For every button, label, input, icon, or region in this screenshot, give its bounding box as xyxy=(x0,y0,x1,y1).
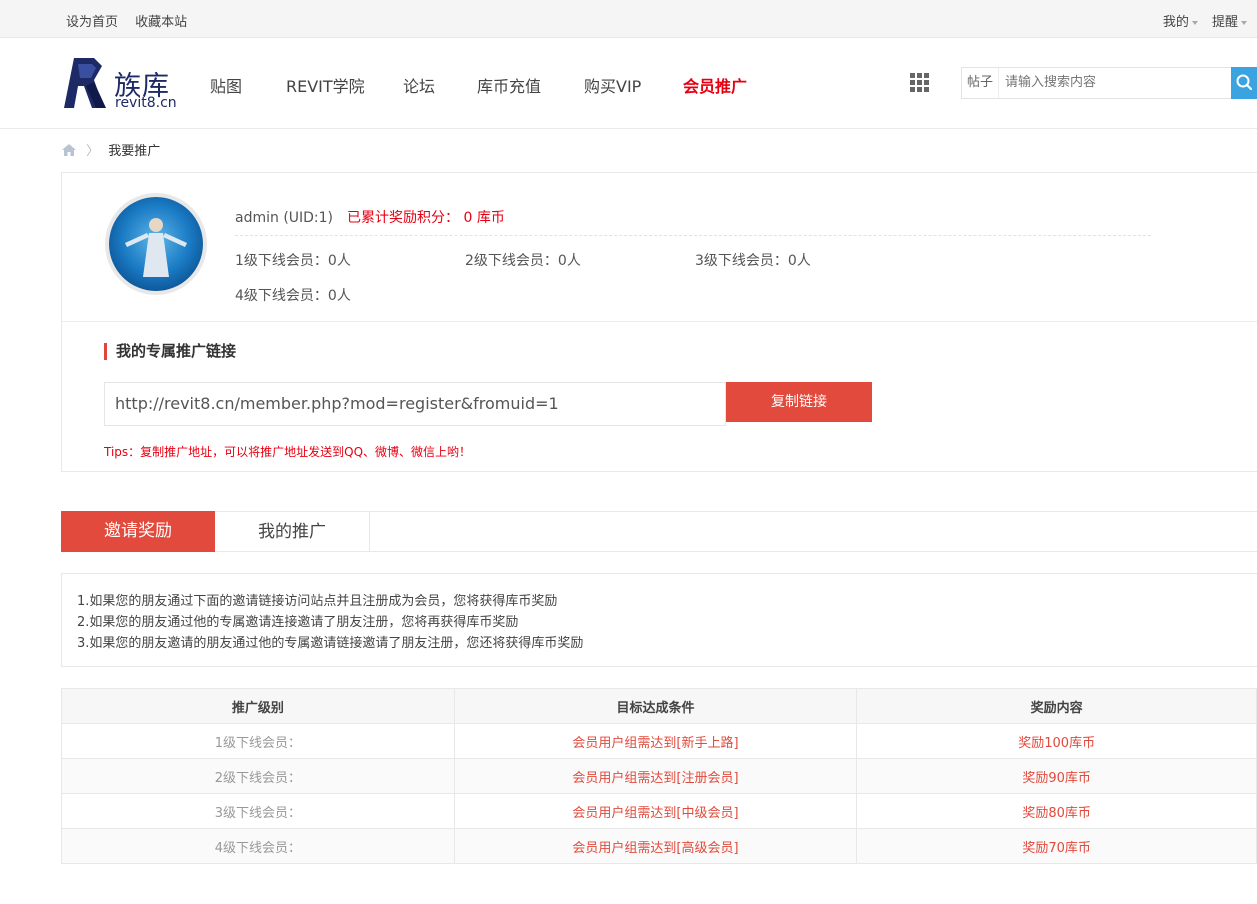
column-header: 奖励内容 xyxy=(856,688,1257,724)
breadcrumb-current: 我要推广 xyxy=(108,144,161,159)
rule-item: 1.如果您的朋友通过下面的邀请链接访问站点并且注册成为会员，您将获得库币奖励 xyxy=(77,594,558,609)
tab-bar: 邀请奖励 我的推广 xyxy=(61,511,1257,552)
search-bar: 帖子 xyxy=(961,67,1257,99)
avatar[interactable] xyxy=(105,193,207,295)
my-menu[interactable]: 我的 xyxy=(1163,15,1198,30)
table-row: 4级下线会员： 会员用户组需达到[高级会员] 奖励70库币 xyxy=(61,828,1257,864)
reward-cell: 奖励80库币 xyxy=(856,793,1257,829)
level-cell: 1级下线会员： xyxy=(61,723,455,759)
avatar-image xyxy=(109,197,203,291)
reward-cell: 奖励70库币 xyxy=(856,828,1257,864)
top-right-links: 我的 提醒 xyxy=(1163,11,1257,30)
search-input[interactable] xyxy=(1000,68,1228,98)
level-cell: 3级下线会员： xyxy=(61,793,455,829)
nav-item-buy-vip[interactable]: 购买VIP xyxy=(584,73,641,97)
nav-item-recharge[interactable]: 库币充值 xyxy=(477,73,541,97)
logo-r-icon xyxy=(64,58,106,108)
condition-cell: 会员用户组需达到[新手上路] xyxy=(453,723,858,759)
reward-total: 已累计奖励积分： 0 库币 xyxy=(347,210,505,226)
tab-invite-reward[interactable]: 邀请奖励 xyxy=(61,511,215,552)
condition-cell: 会员用户组需达到[中级会员] xyxy=(453,793,858,829)
level-cell: 2级下线会员： xyxy=(61,758,455,794)
nav-item-revit-academy[interactable]: REVIT学院 xyxy=(286,73,365,97)
breadcrumb: 〉 我要推广 xyxy=(62,140,160,159)
level-4-count: 4级下线会员：0人 xyxy=(235,288,351,304)
promo-link-field[interactable]: http://revit8.cn/member.php?mod=register… xyxy=(104,382,726,426)
top-bar: 设为首页 收藏本站 我的 提醒 xyxy=(0,0,1257,38)
remind-menu[interactable]: 提醒 xyxy=(1212,15,1247,30)
condition-cell: 会员用户组需达到[高级会员] xyxy=(453,828,858,864)
column-header: 目标达成条件 xyxy=(453,688,858,724)
remind-menu-label: 提醒 xyxy=(1211,15,1238,30)
promo-link-title: 我的专属推广链接 xyxy=(104,343,236,360)
table-row: 1级下线会员： 会员用户组需达到[新手上路] 奖励100库币 xyxy=(61,723,1257,759)
tab-my-promotion[interactable]: 我的推广 xyxy=(215,511,370,552)
site-logo[interactable]: 族库 revit8.cn xyxy=(64,54,184,114)
promo-tips: Tips：复制推广地址，可以将推广地址发送到QQ、微博、微信上哟！ xyxy=(104,445,472,459)
reward-cell: 奖励90库币 xyxy=(856,758,1257,794)
reward-rules: 1.如果您的朋友通过下面的邀请链接访问站点并且注册成为会员，您将获得库币奖励 2… xyxy=(61,573,1257,667)
column-header: 推广级别 xyxy=(61,688,455,724)
table-row: 2级下线会员： 会员用户组需达到[注册会员] 奖励90库币 xyxy=(61,758,1257,794)
bookmark-link[interactable]: 收藏本站 xyxy=(135,15,187,30)
condition-cell: 会员用户组需达到[注册会员] xyxy=(453,758,858,794)
reward-table: 推广级别 目标达成条件 奖励内容 1级下线会员： 会员用户组需达到[新手上路] … xyxy=(61,688,1257,864)
grid-icon[interactable] xyxy=(910,73,930,93)
table-row: 3级下线会员： 会员用户组需达到[中级会员] 奖励80库币 xyxy=(61,793,1257,829)
home-icon[interactable] xyxy=(62,144,76,156)
level-1-count: 1级下线会员：0人 xyxy=(235,253,351,269)
table-header-row: 推广级别 目标达成条件 奖励内容 xyxy=(61,688,1257,724)
chevron-down-icon xyxy=(1241,20,1247,25)
header: 族库 revit8.cn 贴图 REVIT学院 论坛 库币充值 购买VIP 会员… xyxy=(0,38,1257,129)
nav-item-textures[interactable]: 贴图 xyxy=(210,73,242,97)
breadcrumb-separator: 〉 xyxy=(86,144,100,159)
divider xyxy=(235,235,1151,236)
reward-cell: 奖励100库币 xyxy=(856,723,1257,759)
level-2-count: 2级下线会员：0人 xyxy=(465,253,581,269)
top-left-links: 设为首页 收藏本站 xyxy=(66,11,200,30)
level-cell: 4级下线会员： xyxy=(61,828,455,864)
chevron-down-icon xyxy=(1191,20,1198,25)
rule-item: 2.如果您的朋友通过他的专属邀请连接邀请了朋友注册，您将再获得库币奖励 xyxy=(77,615,519,630)
set-home-link[interactable]: 设为首页 xyxy=(66,15,118,30)
user-info: admin (UID:1) 已累计奖励积分： 0 库币 xyxy=(235,207,505,227)
divider xyxy=(62,321,1257,322)
nav-item-member-promo[interactable]: 会员推广 xyxy=(683,73,747,97)
search-type-select[interactable]: 帖子 xyxy=(962,68,999,98)
rule-item: 3.如果您的朋友邀请的朋友通过他的专属邀请链接邀请了朋友注册，您还将获得库币奖励 xyxy=(77,636,584,651)
level-3-count: 3级下线会员：0人 xyxy=(695,253,811,269)
search-button[interactable] xyxy=(1231,67,1257,99)
logo-domain: revit8.cn xyxy=(115,95,177,111)
search-icon xyxy=(1236,74,1253,91)
username: admin (UID:1) xyxy=(235,210,334,226)
my-menu-label: 我的 xyxy=(1162,15,1189,30)
profile-panel: admin (UID:1) 已累计奖励积分： 0 库币 1级下线会员：0人 2级下… xyxy=(61,172,1257,472)
nav-item-forum[interactable]: 论坛 xyxy=(403,73,435,97)
copy-link-button[interactable]: 复制链接 xyxy=(726,382,872,422)
